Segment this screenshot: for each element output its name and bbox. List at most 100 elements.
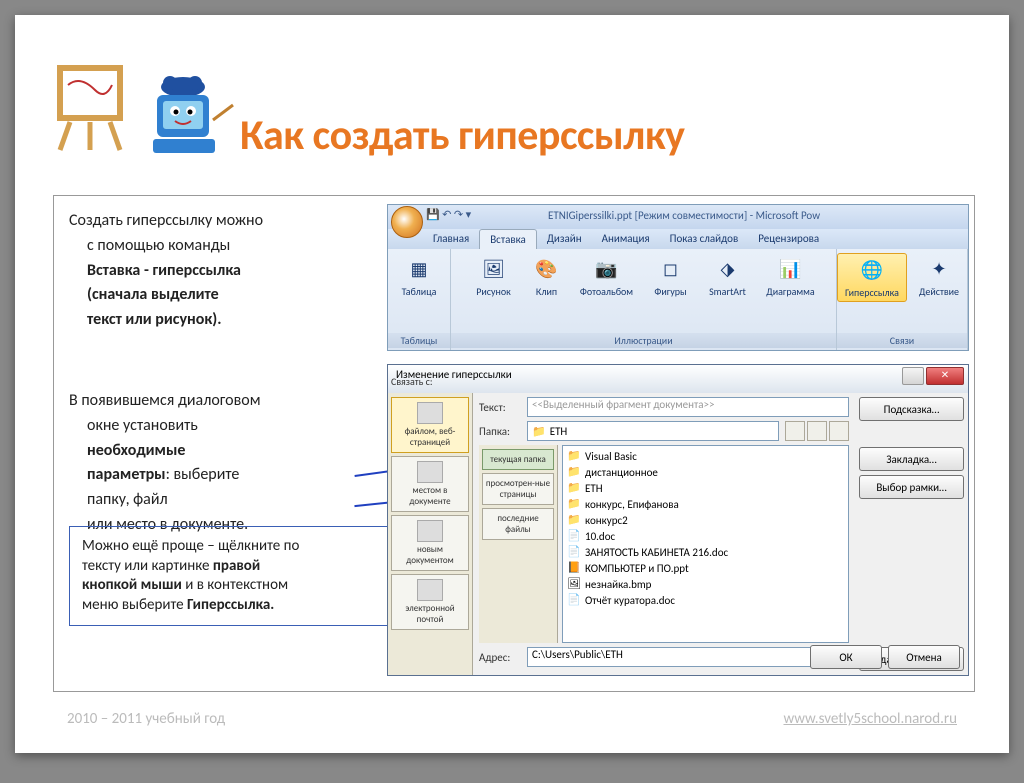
file-item[interactable]: 🖼незнайка.bmp bbox=[565, 576, 846, 592]
btn-clip[interactable]: 🎨Клип bbox=[526, 253, 568, 300]
file-item[interactable]: 📄Отчёт куратора.doc bbox=[565, 592, 846, 608]
btn-chart[interactable]: 📊Диаграмма bbox=[760, 253, 822, 300]
tab-insert[interactable]: Вставка bbox=[479, 229, 537, 249]
tip-box: Можно ещё проще – щёлкните по тексту или… bbox=[69, 526, 390, 626]
file-type-icon: 📁 bbox=[567, 465, 581, 479]
email-icon bbox=[417, 579, 443, 601]
file-item[interactable]: 📁ETH bbox=[565, 480, 846, 496]
close-button[interactable]: ✕ bbox=[926, 367, 964, 385]
left-text-column: Создать гиперссылку можно с помощью кома… bbox=[69, 211, 359, 540]
folder-combo[interactable]: 📁ETH bbox=[527, 421, 779, 441]
browse-file-button[interactable] bbox=[829, 421, 849, 441]
file-item[interactable]: 📁дистанционное bbox=[565, 464, 846, 480]
group-links-label: Связи bbox=[837, 333, 967, 348]
footer-year: 2010 – 2011 учебный год bbox=[67, 710, 225, 728]
btn-album[interactable]: 📷Фотоальбом bbox=[572, 253, 642, 300]
display-text-field[interactable]: <<Выделенный фрагмент документа>> bbox=[527, 397, 849, 417]
linkto-new-doc[interactable]: новым документом bbox=[391, 515, 469, 571]
file-type-icon: 📁 bbox=[567, 449, 581, 463]
edit-hyperlink-dialog: Изменение гиперссылки ✕ Связать с: файло… bbox=[387, 364, 969, 676]
office-button[interactable] bbox=[391, 206, 423, 238]
tab-home[interactable]: Главная bbox=[423, 229, 479, 249]
linkto-place-in-doc[interactable]: местом в документе bbox=[391, 456, 469, 512]
btn-shapes[interactable]: ◻Фигуры bbox=[646, 253, 696, 300]
up-button[interactable] bbox=[785, 421, 805, 441]
shapes-icon: ◻ bbox=[657, 255, 685, 283]
table-icon: ▦ bbox=[405, 255, 433, 283]
text-label: Текст: bbox=[479, 401, 521, 414]
address-field[interactable]: C:\Users\Public\ETH bbox=[527, 647, 849, 667]
file-item[interactable]: 📙КОМПЬЮТЕР и ПО.ppt bbox=[565, 560, 846, 576]
action-icon: ✦ bbox=[925, 255, 953, 283]
file-item[interactable]: 📁Visual Basic bbox=[565, 448, 846, 464]
globe-file-icon bbox=[417, 402, 443, 424]
ribbon-tabs: Главная Вставка Дизайн Анимация Показ сл… bbox=[388, 229, 968, 249]
btn-smartart[interactable]: ⬗SmartArt bbox=[700, 253, 756, 300]
screentip-button[interactable]: Подсказка… bbox=[859, 397, 964, 421]
help-button[interactable] bbox=[902, 367, 924, 385]
file-type-icon: 📄 bbox=[567, 545, 581, 559]
btn-picture[interactable]: 🖼Рисунок bbox=[466, 253, 522, 300]
file-type-icon: 🖼 bbox=[567, 577, 581, 591]
current-folder-tab[interactable]: текущая папка bbox=[482, 449, 554, 470]
p2-l1: В появившемся диалоговом bbox=[69, 391, 359, 412]
file-item[interactable]: 📄ЗАНЯТОСТЬ КАБИНЕТА 216.doc bbox=[565, 544, 846, 560]
chart-icon: 📊 bbox=[777, 255, 805, 283]
file-type-icon: 📄 bbox=[567, 593, 581, 607]
browsed-pages-tab[interactable]: просмотрен-ные страницы bbox=[482, 473, 554, 505]
p2-l4: параметры: выберите bbox=[69, 465, 359, 486]
tab-review[interactable]: Рецензирова bbox=[748, 229, 829, 249]
smartart-icon: ⬗ bbox=[714, 255, 742, 283]
quick-access-toolbar[interactable]: 💾 ↶ ↷ ▾ bbox=[426, 208, 471, 221]
picture-icon: 🖼 bbox=[480, 255, 508, 283]
p2-l2: окне установить bbox=[69, 416, 359, 437]
window-title: ETNIGiperssilki.ppt [Режим совместимости… bbox=[548, 209, 820, 222]
tab-design[interactable]: Дизайн bbox=[537, 229, 592, 249]
btn-table[interactable]: ▦Таблица bbox=[391, 253, 447, 300]
group-tables-label: Таблицы bbox=[388, 333, 450, 348]
p1-l1: Создать гиперссылку можно bbox=[69, 211, 359, 232]
p1-l4: (сначала выделите bbox=[69, 285, 359, 306]
p1-l2: с помощью команды bbox=[69, 236, 359, 257]
doc-target-icon bbox=[417, 461, 443, 483]
folder-label: Папка: bbox=[479, 425, 521, 438]
file-type-icon: 📁 bbox=[567, 481, 581, 495]
file-type-icon: 📁 bbox=[567, 497, 581, 511]
file-item[interactable]: 📁конкурс2 bbox=[565, 512, 846, 528]
btn-action[interactable]: ✦Действие bbox=[911, 253, 967, 302]
cancel-button[interactable]: Отмена bbox=[888, 645, 960, 669]
footer-url[interactable]: www.svetly5school.narod.ru bbox=[783, 710, 957, 728]
content-box: Создать гиперссылку можно с помощью кома… bbox=[53, 195, 975, 692]
file-type-icon: 📄 bbox=[567, 529, 581, 543]
file-item[interactable]: 📁конкурс, Епифанова bbox=[565, 496, 846, 512]
address-label: Адрес: bbox=[479, 651, 521, 664]
file-type-icon: 📁 bbox=[567, 513, 581, 527]
bookmark-button[interactable]: Закладка… bbox=[859, 447, 964, 471]
file-list[interactable]: 📁Visual Basic📁дистанционное📁ETH📁конкурс,… bbox=[562, 445, 849, 643]
browse-web-button[interactable] bbox=[807, 421, 827, 441]
linkto-label: Связать с: bbox=[391, 375, 433, 388]
clip-icon: 🎨 bbox=[533, 255, 561, 283]
p2-l5: папку, файл bbox=[69, 490, 359, 511]
new-doc-icon bbox=[417, 520, 443, 542]
group-illus-label: Иллюстрации bbox=[451, 333, 836, 348]
target-frame-button[interactable]: Выбор рамки… bbox=[859, 475, 964, 499]
slide-title: Как создать гиперссылку bbox=[240, 110, 685, 161]
hyperlink-icon: 🌐 bbox=[858, 256, 886, 284]
p2-l3: необходимые bbox=[69, 441, 359, 462]
p1-l5: текст или рисунок). bbox=[69, 310, 359, 331]
slide-clipart bbox=[50, 50, 230, 160]
album-icon: 📷 bbox=[593, 255, 621, 283]
file-item[interactable]: 📄10.doc bbox=[565, 528, 846, 544]
linkto-file-web[interactable]: файлом, веб-страницей bbox=[391, 397, 469, 453]
tab-slideshow[interactable]: Показ слайдов bbox=[660, 229, 749, 249]
linkto-email[interactable]: электронной почтой bbox=[391, 574, 469, 630]
dialog-titlebar: Изменение гиперссылки ✕ bbox=[388, 365, 968, 393]
recent-files-tab[interactable]: последние файлы bbox=[482, 508, 554, 540]
ok-button[interactable]: ОК bbox=[810, 645, 882, 669]
tab-animation[interactable]: Анимация bbox=[592, 229, 660, 249]
file-type-icon: 📙 bbox=[567, 561, 581, 575]
powerpoint-ribbon: 💾 ↶ ↷ ▾ ETNIGiperssilki.ppt [Режим совме… bbox=[387, 204, 969, 351]
p1-l3: Вставка - гиперссылка bbox=[69, 261, 359, 282]
btn-hyperlink[interactable]: 🌐Гиперссылка bbox=[837, 253, 907, 302]
